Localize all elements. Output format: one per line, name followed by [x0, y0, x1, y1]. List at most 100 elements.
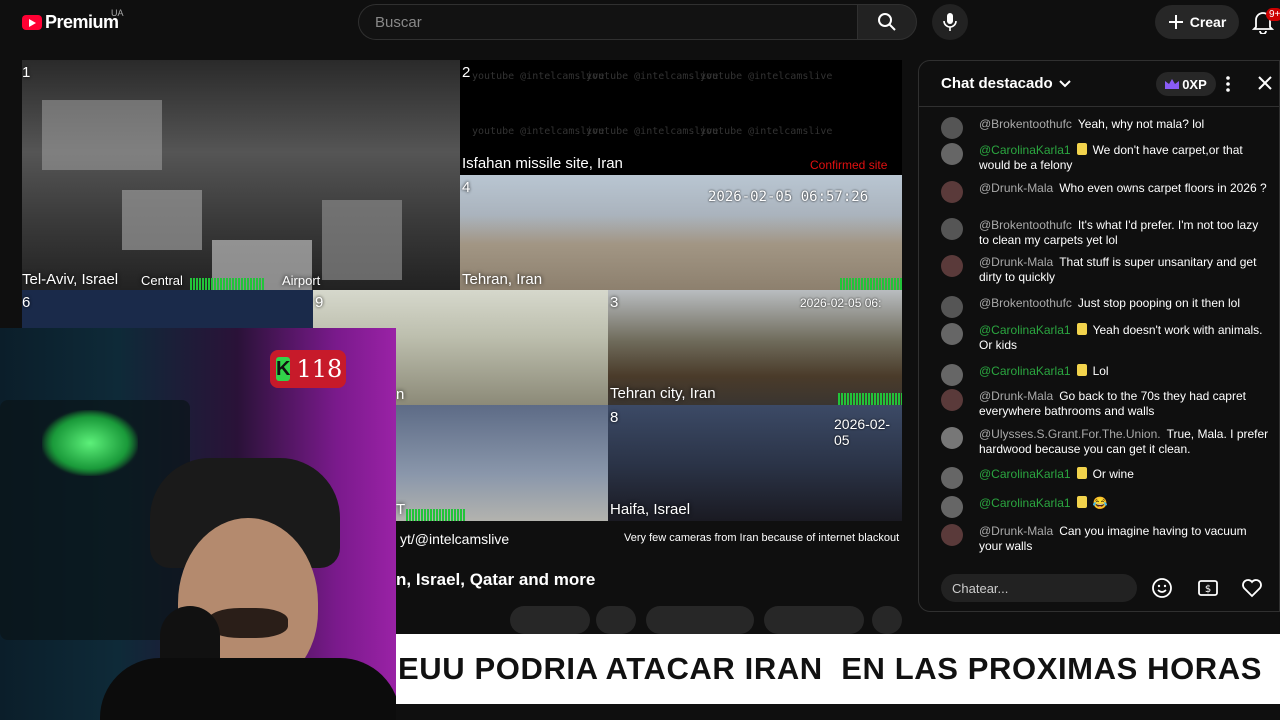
search-input[interactable]: Buscar: [358, 4, 858, 40]
chat-message: @Brokentoothufc It's what I'd prefer. I'm…: [941, 218, 1271, 248]
watermark: youtube @intelcamslive: [700, 126, 833, 137]
chat-header: Chat destacado 0XP: [919, 61, 1280, 107]
chat-author[interactable]: @CarolinaKarla1: [979, 364, 1071, 378]
chevron-down-icon: [1058, 79, 1071, 87]
chat-author[interactable]: @Drunk-Mala: [979, 255, 1053, 269]
chat-text: Just stop pooping on it then lol: [1077, 296, 1241, 310]
create-label: Crear: [1189, 14, 1227, 30]
feed-number: 6: [22, 294, 31, 311]
like-button[interactable]: [1241, 577, 1265, 601]
chat-text: 😂: [1092, 496, 1108, 510]
avatar[interactable]: [941, 389, 963, 411]
search-button[interactable]: [857, 4, 917, 40]
avatar[interactable]: [941, 296, 963, 318]
watermark: youtube @intelcamslive: [586, 71, 719, 82]
camera-feed: 4 2026-02-05 06:57:26 Tehran, Iran: [460, 175, 902, 290]
chat-author[interactable]: @Brokentoothufc: [979, 117, 1072, 131]
money-icon: $: [1198, 580, 1218, 596]
avatar[interactable]: [941, 218, 963, 240]
blackout-note: Very few cameras from Iran because of in…: [624, 532, 900, 544]
chat-author[interactable]: @Drunk-Mala: [979, 181, 1053, 195]
member-badge-icon: [1076, 143, 1087, 155]
emoji-button[interactable]: [1151, 577, 1175, 601]
chat-message: @CarolinaKarla1 Yeah doesn't work with an…: [941, 323, 1271, 353]
voice-search-button[interactable]: [932, 4, 968, 40]
close-chat-button[interactable]: [1257, 75, 1275, 93]
audio-meter: [406, 509, 466, 521]
super-chat-button[interactable]: $: [1197, 577, 1221, 601]
chat-author[interactable]: @Drunk-Mala: [979, 389, 1053, 403]
confirmed-site-tag: Confirmed site: [810, 158, 888, 172]
timestamp-overlay: 2026-02-05: [834, 416, 891, 448]
avatar[interactable]: [941, 143, 963, 165]
chat-input[interactable]: Chatear...: [941, 574, 1137, 602]
chat-mode-dropdown[interactable]: Chat destacado: [941, 75, 1071, 92]
feed-number: 9: [315, 294, 324, 311]
camera-feed: 6: [22, 290, 313, 330]
youtube-play-icon: [22, 14, 42, 30]
mustache: [208, 608, 288, 638]
chat-text: Or wine: [1092, 467, 1134, 481]
watermark: youtube @intelcamslive: [472, 126, 605, 137]
timestamp-overlay: 2026-02-05 06:: [800, 296, 882, 310]
action-button[interactable]: [764, 606, 864, 634]
watermark: youtube @intelcamslive: [472, 71, 605, 82]
chat-text: Lol: [1092, 364, 1109, 378]
video-title: n, Israel, Qatar and more: [396, 570, 596, 589]
feed-sublabel: Airport: [282, 273, 321, 288]
feed-number: 2: [462, 64, 471, 81]
chat-message: @CarolinaKarla1 Lol: [941, 364, 1271, 386]
audio-meter: [838, 393, 902, 405]
chat-input-placeholder: Chatear...: [952, 580, 1009, 596]
action-button[interactable]: [596, 606, 636, 634]
timestamp-overlay: 2026-02-05 06:57:26: [708, 189, 869, 205]
chat-message: @Drunk-Mala Go back to the 70s they had c…: [941, 389, 1271, 419]
feed-number: 4: [462, 179, 471, 196]
chat-author[interactable]: @CarolinaKarla1: [979, 323, 1071, 337]
kick-viewer-badge: K 118: [270, 350, 346, 388]
chat-message: @Brokentoothufc Yeah, why not mala? lol: [941, 117, 1271, 139]
action-button[interactable]: [510, 606, 590, 634]
action-button[interactable]: [646, 606, 754, 634]
avatar[interactable]: [941, 524, 963, 546]
chat-message: @Brokentoothufc Just stop pooping on it t…: [941, 296, 1271, 318]
chat-author[interactable]: @CarolinaKarla1: [979, 467, 1071, 481]
chat-author[interactable]: @Ulysses.S.Grant.For.The.Union.: [979, 427, 1161, 441]
chat-title: Chat destacado: [941, 75, 1053, 92]
avatar[interactable]: [941, 181, 963, 203]
avatar[interactable]: [941, 467, 963, 489]
chat-author[interactable]: @CarolinaKarla1: [979, 143, 1071, 157]
country-code: UA: [111, 8, 124, 18]
create-button[interactable]: Crear: [1155, 5, 1239, 39]
chat-author[interactable]: @Brokentoothufc: [979, 296, 1072, 310]
xp-button[interactable]: 0XP: [1156, 72, 1216, 96]
live-chat-panel: Chat destacado 0XP @Brokentoothufc Yeah, …: [918, 60, 1280, 612]
search-placeholder: Buscar: [375, 13, 422, 31]
chat-author[interactable]: @CarolinaKarla1: [979, 496, 1071, 510]
microphone-icon: [943, 13, 957, 31]
watermark: youtube @intelcamslive: [700, 71, 833, 82]
feed-label: Isfahan missile site, Iran: [462, 155, 623, 172]
avatar[interactable]: [941, 323, 963, 345]
more-options-button[interactable]: [1221, 74, 1235, 94]
xp-label: 0XP: [1182, 76, 1207, 92]
avatar[interactable]: [941, 496, 963, 518]
news-banner: EUU PODRIA ATACAR IRAN EN LAS PROXIMAS H…: [396, 634, 1280, 704]
audio-meter: [840, 278, 902, 290]
chat-author[interactable]: @Brokentoothufc: [979, 218, 1072, 232]
member-badge-icon: [1076, 364, 1087, 376]
plus-icon: [1168, 15, 1183, 29]
avatar[interactable]: [941, 364, 963, 386]
more-actions-button[interactable]: [872, 606, 902, 634]
feed-number: 1: [22, 64, 31, 81]
avatar[interactable]: [941, 117, 963, 139]
chat-author[interactable]: @Drunk-Mala: [979, 524, 1053, 538]
crown-icon: [1165, 79, 1180, 89]
chat-text: Yeah, why not mala? lol: [1077, 117, 1205, 131]
avatar[interactable]: [941, 255, 963, 277]
logo-text: Premium: [45, 11, 119, 32]
feed-label: T: [396, 501, 406, 518]
avatar[interactable]: [941, 427, 963, 449]
chat-text: Who even owns carpet floors in 2026 ?: [1059, 181, 1267, 195]
youtube-premium-logo[interactable]: Premium UA: [22, 8, 124, 34]
